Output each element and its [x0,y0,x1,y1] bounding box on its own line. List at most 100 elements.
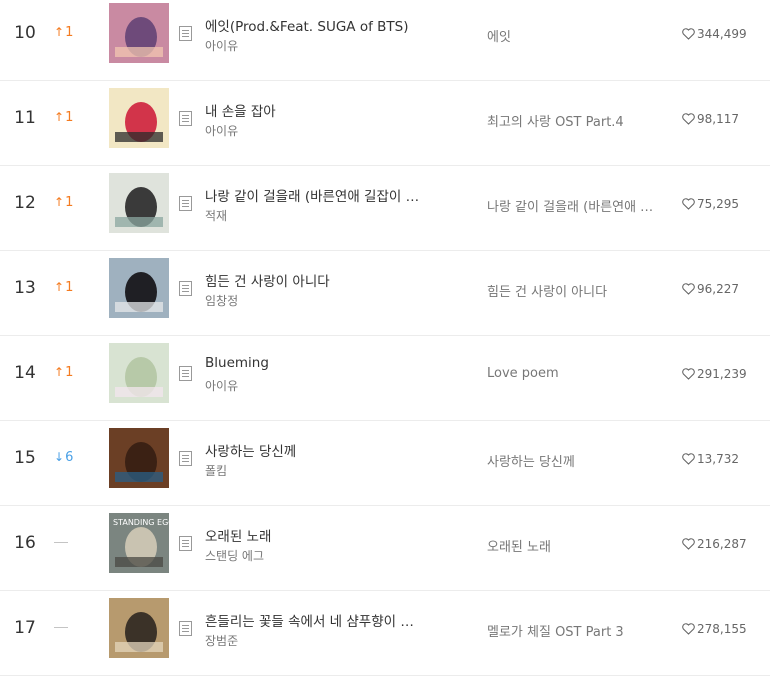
like-button[interactable]: 96,227 [682,282,739,296]
arrow-up-icon: ↑ [54,25,65,39]
song-title[interactable]: 오래된 노래 [205,525,425,545]
rank-number: 16 [14,533,36,553]
rank-change [54,535,84,550]
like-button[interactable]: 216,287 [682,537,747,551]
chart-row: 14 ↑1 Blueming 아이유 Love poem 291,239 [0,336,770,421]
song-title[interactable]: 나랑 같이 걸을래 (바른연애 길잡이 X 적재) [205,185,425,205]
rank-number: 17 [14,618,36,638]
album-name[interactable]: 멜로가 체질 OST Part 3 [487,621,662,640]
artist-name[interactable]: 아이유 [205,377,238,394]
rank-number: 13 [14,278,36,298]
rank-change: ↑1 [54,110,84,125]
album-art-text: STANDING EGG [113,518,169,527]
rank-number: 10 [14,23,36,43]
album-name[interactable]: 나랑 같이 걸을래 (바른연애 길잡이 X 적재) [487,196,662,215]
album-art-love-poem[interactable] [109,343,169,403]
chart-row: 10 ↑1 에잇(Prod.&Feat. SUGA of BTS) 아이유 에잇 344,… [0,0,770,81]
artist-name[interactable]: 폴킴 [205,462,227,479]
lyrics-icon[interactable] [179,196,192,211]
album-name[interactable]: 사랑하는 당신께 [487,451,662,470]
rank-change: ↑1 [54,280,84,295]
chart-list: 10 ↑1 에잇(Prod.&Feat. SUGA of BTS) 아이유 에잇 344,… [0,0,770,678]
artist-name[interactable]: 적재 [205,207,227,224]
like-count: 98,117 [697,112,739,126]
rank-number: 11 [14,108,36,128]
album-art-hard-love[interactable] [109,258,169,318]
album-art-eight[interactable] [109,3,169,63]
lyrics-icon[interactable] [179,536,192,551]
heart-icon [682,197,697,211]
like-button[interactable]: 278,155 [682,622,747,636]
artist-name[interactable]: 스탠딩 에그 [205,547,264,564]
album-name[interactable]: Love poem [487,366,662,381]
like-count: 13,732 [697,452,739,466]
arrow-up-icon: ↑ [54,280,65,294]
like-button[interactable]: 75,295 [682,197,739,211]
like-count: 216,287 [697,537,747,551]
like-count: 278,155 [697,622,747,636]
song-title[interactable]: 내 손을 잡아 [205,100,425,120]
song-title[interactable]: 에잇(Prod.&Feat. SUGA of BTS) [205,15,425,35]
heart-icon [682,537,697,551]
chart-row: 16 STANDING EGG 오래된 노래스탠딩 에그 오래된 노래 216,287 [0,506,770,591]
album-name[interactable]: 최고의 사랑 OST Part.4 [487,111,662,130]
like-count: 291,239 [697,367,747,381]
arrow-down-icon: ↓ [54,450,65,464]
heart-icon [682,367,697,381]
song-title[interactable]: 흔들리는 꽃들 속에서 네 샴푸향이 느껴진거야 [205,610,425,630]
album-art-dear-love[interactable] [109,428,169,488]
lyrics-icon[interactable] [179,26,192,41]
heart-icon [682,27,697,41]
like-button[interactable]: 344,499 [682,27,747,41]
artist-name[interactable]: 임창정 [205,292,238,309]
heart-icon [682,112,697,126]
rank-change [54,620,84,635]
chart-row: 17 흔들리는 꽃들 속에서 네 샴푸향이 느껴진거야장범준 멜로가 체질 OST … [0,591,770,676]
album-name[interactable]: 힘든 건 사랑이 아니다 [487,281,662,300]
rank-number: 14 [14,363,36,383]
chart-row: 12 ↑1 나랑 같이 걸을래 (바른연애 길잡이 X 적재) 적재 나랑 같이 걸을래… [0,166,770,251]
like-count: 344,499 [697,27,747,41]
album-name[interactable]: 에잇 [487,26,662,45]
album-art-walk-with-me[interactable] [109,173,169,233]
artist-name[interactable]: 아이유 [205,122,238,139]
album-art-best-love[interactable] [109,88,169,148]
album-name[interactable]: 오래된 노래 [487,536,662,555]
rank-change: ↓6 [54,450,84,465]
lyrics-icon[interactable] [179,111,192,126]
heart-icon [682,622,697,636]
rank-change-value: 1 [65,365,74,380]
rank-change-value: 1 [65,110,74,125]
rank-number: 12 [14,193,36,213]
artist-name[interactable]: 장범준 [205,632,238,649]
like-button[interactable]: 98,117 [682,112,739,126]
like-button[interactable]: 291,239 [682,367,747,381]
heart-icon [682,282,697,296]
chart-row: 11 ↑1 내 손을 잡아아이유 최고의 사랑 OST Part.4 98,117 [0,81,770,166]
like-count: 96,227 [697,282,739,296]
album-art-melo[interactable] [109,598,169,658]
lyrics-icon[interactable] [179,621,192,636]
arrow-up-icon: ↑ [54,195,65,209]
rank-change: ↑1 [54,25,84,40]
rank-change: ↑1 [54,365,84,380]
arrow-up-icon: ↑ [54,365,65,379]
lyrics-icon[interactable] [179,366,192,381]
arrow-up-icon: ↑ [54,110,65,124]
rank-change-value: 1 [65,280,74,295]
rank-change-value: 1 [65,25,74,40]
chart-row: 15 ↓6 사랑하는 당신께 폴킴 사랑하는 당신께 13,732 [0,421,770,506]
no-change-dash-icon [54,542,68,543]
artist-name[interactable]: 아이유 [205,37,238,54]
song-title[interactable]: 사랑하는 당신께 [205,440,425,460]
rank-change-value: 1 [65,195,74,210]
song-title[interactable]: 힘든 건 사랑이 아니다 [205,270,425,290]
chart-row: 13 ↑1 힘든 건 사랑이 아니다임창정 힘든 건 사랑이 아니다 96,227 [0,251,770,336]
lyrics-icon[interactable] [179,281,192,296]
lyrics-icon[interactable] [179,451,192,466]
heart-icon [682,452,697,466]
like-button[interactable]: 13,732 [682,452,739,466]
album-art-old-song[interactable]: STANDING EGG [109,513,169,573]
song-title[interactable]: Blueming [205,355,425,371]
no-change-dash-icon [54,627,68,628]
